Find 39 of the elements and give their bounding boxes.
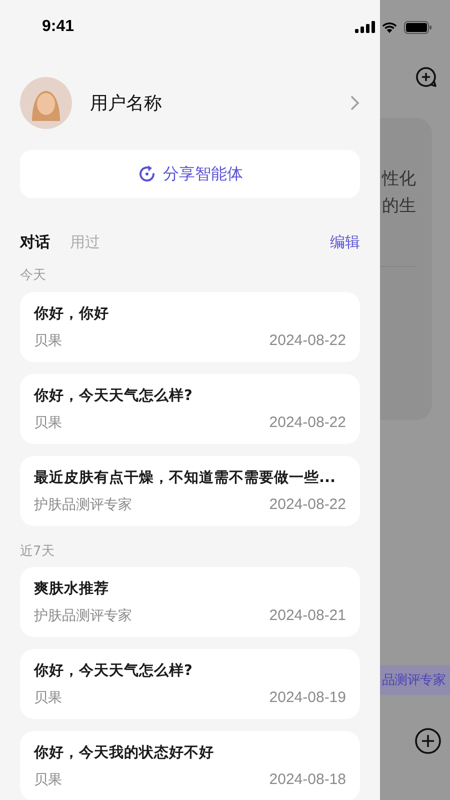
conversation-date: 2024-08-18	[269, 770, 346, 790]
section-label: 近7天	[20, 543, 54, 561]
conversation-title: 爽肤水推荐	[34, 580, 109, 599]
agent-name: 贝果	[34, 689, 62, 708]
share-icon	[137, 164, 157, 184]
conversation-date: 2024-08-22	[269, 331, 346, 351]
conversation-card[interactable]: 你好，今天天气怎么样? 贝果 2024-08-19	[20, 649, 360, 719]
conversation-date: 2024-08-22	[269, 413, 346, 433]
agent-name: 护肤品测评专家	[34, 607, 132, 626]
conversation-date: 2024-08-19	[269, 688, 346, 708]
conversation-title: 最近皮肤有点干燥，不知道需不需要做一些...	[34, 468, 336, 488]
add-icon[interactable]	[414, 727, 442, 755]
message-text: 性化	[380, 168, 416, 191]
conversation-card[interactable]: 你好，今天我的状态好不好 贝果 2024-08-18	[20, 731, 360, 800]
new-chat-icon[interactable]	[415, 66, 437, 88]
conversation-title: 你好，今天天气怎么样?	[34, 662, 192, 681]
signal-icon	[355, 21, 375, 33]
tab[interactable]: 对话	[20, 232, 50, 252]
conversation-title: 你好，今天天气怎么样?	[34, 386, 192, 406]
conversation-card[interactable]: 你好，你好 贝果 2024-08-22	[20, 292, 360, 362]
section-label: 今天	[20, 267, 46, 285]
share-agent-button[interactable]: 分享智能体	[20, 150, 360, 198]
conversation-title: 你好，今天我的状态好不好	[34, 744, 214, 763]
conversation-date: 2024-08-21	[269, 606, 346, 626]
agent-name: 贝果	[34, 332, 62, 351]
conversation-card[interactable]: 你好，今天天气怎么样? 贝果 2024-08-22	[20, 374, 360, 444]
conversation-card[interactable]: 最近皮肤有点干燥，不知道需不需要做一些... 护肤品测评专家 2024-08-22	[20, 456, 360, 526]
status-time: 9:41	[42, 18, 74, 36]
conversation-title: 你好，你好	[34, 305, 109, 324]
agent-name: 贝果	[34, 414, 62, 433]
conversation-card[interactable]: 爽肤水推荐 护肤品测评专家 2024-08-21	[20, 567, 360, 637]
wifi-icon	[381, 21, 398, 33]
battery-icon	[404, 20, 432, 34]
user-name[interactable]: 用户名称	[90, 91, 350, 115]
agent-name: 护肤品测评专家	[34, 496, 132, 515]
agent-name: 贝果	[34, 771, 62, 790]
conversation-date: 2024-08-22	[269, 495, 346, 515]
message-text: 的生	[381, 195, 416, 218]
edit-link[interactable]: 编辑	[330, 232, 360, 252]
